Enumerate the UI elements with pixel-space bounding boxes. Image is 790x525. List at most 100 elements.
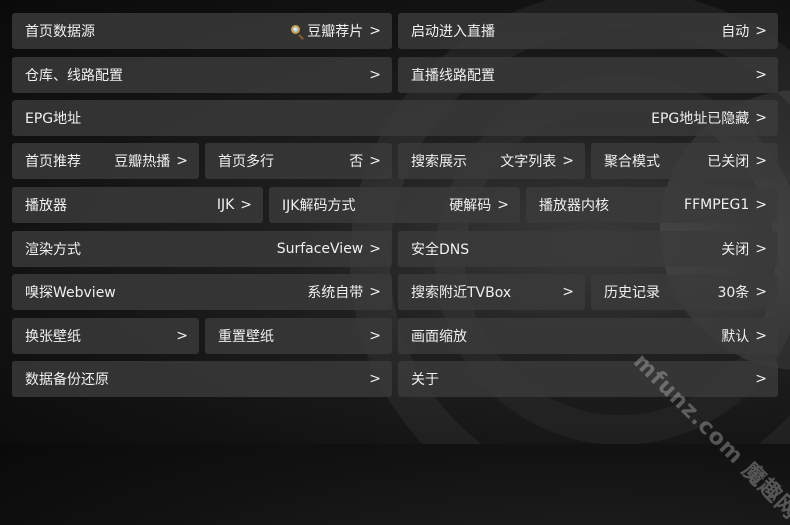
setting-label: EPG地址 (25, 111, 82, 127)
chevron-right-icon: > (755, 153, 767, 169)
setting-reset-wallpaper[interactable]: 重置壁纸 > (205, 318, 392, 354)
setting-value: 硬解码 > (449, 195, 509, 215)
settings-row-7: 嗅探Webview 系统自带 > 搜索附近TVBox > 历史记录 30条 > (12, 274, 778, 310)
settings-row-3: EPG地址 EPG地址已隐藏 > (12, 100, 778, 136)
setting-screen-scale[interactable]: 画面缩放 默认 > (398, 318, 778, 354)
setting-label: 嗅探Webview (25, 285, 116, 301)
setting-value: > (363, 328, 381, 344)
setting-label: 首页多行 (218, 154, 274, 170)
setting-value-text: 默认 (721, 329, 750, 345)
setting-value-text: SurfaceView (276, 241, 364, 257)
setting-label: 渲染方式 (25, 242, 81, 258)
chevron-right-icon: > (369, 153, 381, 169)
setting-live-config[interactable]: 直播线路配置 > (398, 57, 778, 93)
setting-player[interactable]: 播放器 IJK > (12, 187, 263, 223)
settings-row-6: 渲染方式 SurfaceView > 安全DNS 关闭 > (12, 231, 778, 267)
chevron-right-icon: > (755, 328, 767, 344)
setting-value-text: 豆瓣荐片 (307, 24, 364, 40)
chevron-right-icon: > (562, 284, 574, 300)
setting-label: 数据备份还原 (25, 372, 109, 388)
chevron-right-icon: > (176, 328, 188, 344)
setting-label: 搜索展示 (411, 154, 467, 170)
setting-repo-config[interactable]: 仓库、线路配置 > (12, 57, 392, 93)
setting-label: 历史记录 (604, 285, 660, 301)
chevron-right-icon: > (755, 23, 767, 39)
setting-sniff-webview[interactable]: 嗅探Webview 系统自带 > (12, 274, 392, 310)
setting-value: 否 > (349, 151, 381, 171)
setting-value-text: 文字列表 (500, 154, 557, 170)
chevron-right-icon: > (369, 284, 381, 300)
chevron-right-icon: > (562, 153, 574, 169)
setting-value-text: IJK (216, 197, 235, 213)
chevron-right-icon: > (176, 153, 188, 169)
setting-value: IJK > (217, 197, 252, 213)
setting-value: > (363, 67, 381, 83)
setting-value: 系统自带 > (307, 282, 381, 302)
chevron-right-icon: > (755, 67, 767, 83)
chevron-right-icon: > (755, 110, 767, 126)
setting-label: 聚合模式 (604, 154, 660, 170)
chevron-right-icon: > (755, 241, 767, 257)
setting-value-text: 关闭 (721, 242, 750, 258)
setting-render-mode[interactable]: 渲染方式 SurfaceView > (12, 231, 392, 267)
setting-label: 换张壁纸 (25, 329, 81, 345)
chevron-right-icon: > (369, 371, 381, 387)
setting-search-display[interactable]: 搜索展示 文字列表 > (398, 143, 585, 179)
setting-ijk-decode[interactable]: IJK解码方式 硬解码 > (269, 187, 520, 223)
setting-value: 自动 > (721, 21, 767, 41)
setting-change-wallpaper[interactable]: 换张壁纸 > (12, 318, 199, 354)
setting-value: > (170, 328, 188, 344)
setting-value-text: 系统自带 (307, 285, 364, 301)
chevron-right-icon: > (497, 197, 509, 213)
setting-value-text: 30条 (717, 285, 750, 301)
setting-value: > (556, 284, 574, 300)
setting-value-text: 否 (349, 154, 364, 170)
setting-value-text: 已关闭 (707, 154, 750, 170)
setting-about[interactable]: 关于 > (398, 361, 778, 397)
settings-row-5: 播放器 IJK > IJK解码方式 硬解码 > 播放器内核 FFMPEG1 > (12, 187, 778, 223)
setting-label: 首页推荐 (25, 154, 81, 170)
setting-value: SurfaceView > (277, 241, 381, 257)
setting-value: 已关闭 > (707, 151, 767, 171)
setting-value: 30条 > (717, 282, 767, 302)
setting-backup-restore[interactable]: 数据备份还原 > (12, 361, 392, 397)
setting-player-core[interactable]: 播放器内核 FFMPEG1 > (526, 187, 778, 223)
settings-row-1: 首页数据源 豆瓣荐片 > 启动进入直播 自动 > (12, 13, 778, 49)
chevron-right-icon: > (755, 371, 767, 387)
chevron-right-icon: > (755, 197, 767, 213)
setting-home-datasource[interactable]: 首页数据源 豆瓣荐片 > (12, 13, 392, 49)
setting-label: 首页数据源 (25, 24, 95, 40)
setting-value: 默认 > (721, 326, 767, 346)
setting-home-multirow[interactable]: 首页多行 否 > (205, 143, 392, 179)
setting-value: > (363, 371, 381, 387)
setting-value: FFMPEG1 > (684, 197, 767, 213)
setting-search-nearby-tvbox[interactable]: 搜索附近TVBox > (398, 274, 585, 310)
settings-row-8: 换张壁纸 > 重置壁纸 > 画面缩放 默认 > (12, 318, 778, 354)
setting-label: 重置壁纸 (218, 329, 274, 345)
setting-value-text: EPG地址已隐藏 (651, 111, 750, 127)
setting-value-text: 自动 (721, 24, 750, 40)
setting-launch-live[interactable]: 启动进入直播 自动 > (398, 13, 778, 49)
setting-value-text: FFMPEG1 (684, 197, 750, 213)
setting-label: 安全DNS (411, 242, 470, 258)
setting-value: 关闭 > (721, 239, 767, 259)
setting-value: 豆瓣荐片 > (290, 21, 381, 41)
setting-label: 搜索附近TVBox (411, 285, 512, 301)
setting-label: IJK解码方式 (282, 198, 356, 214)
setting-history[interactable]: 历史记录 30条 > (591, 274, 778, 310)
setting-value: 文字列表 > (500, 151, 574, 171)
setting-label: 启动进入直播 (411, 24, 495, 40)
setting-label: 播放器 (25, 198, 67, 214)
setting-secure-dns[interactable]: 安全DNS 关闭 > (398, 231, 778, 267)
chevron-right-icon: > (369, 23, 381, 39)
chevron-right-icon: > (369, 241, 381, 257)
setting-epg-address[interactable]: EPG地址 EPG地址已隐藏 > (12, 100, 778, 136)
setting-label: 直播线路配置 (411, 68, 495, 84)
setting-home-recommend[interactable]: 首页推荐 豆瓣热播 > (12, 143, 199, 179)
setting-aggregate-mode[interactable]: 聚合模式 已关闭 > (591, 143, 778, 179)
chevron-right-icon: > (240, 197, 252, 213)
setting-label: 播放器内核 (539, 198, 609, 214)
setting-value: > (749, 67, 767, 83)
setting-label: 关于 (411, 372, 439, 388)
setting-value: 豆瓣热播 > (114, 151, 188, 171)
